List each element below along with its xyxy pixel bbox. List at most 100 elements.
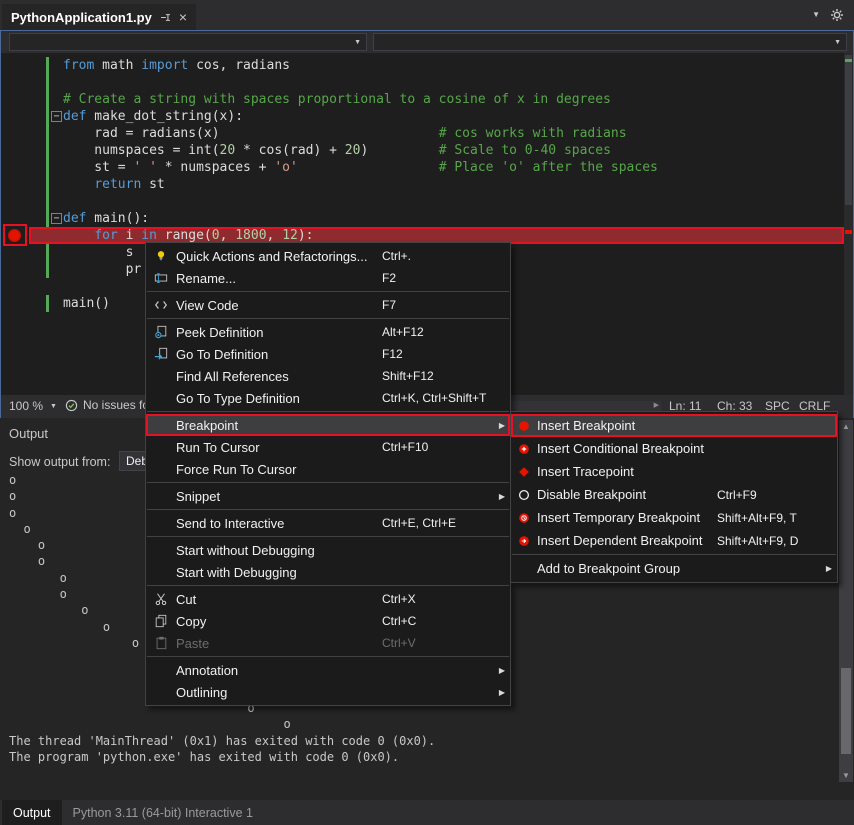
menu-separator bbox=[147, 656, 509, 657]
editor-vertical-scrollbar[interactable] bbox=[844, 53, 853, 395]
fold-collapse-icon[interactable]: − bbox=[51, 111, 62, 122]
menu-item-run-to-cursor[interactable]: Run To CursorCtrl+F10 bbox=[146, 436, 510, 458]
show-output-from-label: Show output from: bbox=[9, 455, 110, 469]
scroll-up-icon[interactable]: ▲ bbox=[839, 422, 853, 431]
view-code-icon bbox=[146, 298, 176, 312]
menu-item-label: Start with Debugging bbox=[176, 565, 382, 580]
submenu-item-insert-tracepoint[interactable]: Insert Tracepoint bbox=[511, 460, 837, 483]
zoom-control[interactable]: 100 % ▼ bbox=[9, 399, 57, 413]
code-line[interactable]: def main(): bbox=[29, 210, 844, 227]
menu-item-go-to-type-definition[interactable]: Go To Type DefinitionCtrl+K, Ctrl+Shift+… bbox=[146, 387, 510, 409]
pin-icon[interactable] bbox=[159, 11, 172, 24]
code-line[interactable]: def make_dot_string(x): bbox=[29, 108, 844, 125]
submenu-item-insert-breakpoint[interactable]: Insert Breakpoint bbox=[511, 414, 837, 437]
menu-item-label: View Code bbox=[176, 298, 382, 313]
menu-item-annotation[interactable]: Annotation▶ bbox=[146, 659, 510, 681]
menu-item-find-all-references[interactable]: Find All ReferencesShift+F12 bbox=[146, 365, 510, 387]
code-text: return st bbox=[63, 177, 165, 192]
code-line[interactable] bbox=[29, 193, 844, 210]
code-text: def make_dot_string(x): bbox=[63, 109, 243, 124]
rename-icon bbox=[146, 271, 176, 285]
peek-definition-icon bbox=[146, 325, 176, 339]
menu-item-quick-actions-and-refactorings[interactable]: Quick Actions and Refactorings...Ctrl+. bbox=[146, 245, 510, 267]
conditional-breakpoint-icon bbox=[511, 442, 537, 456]
menu-item-cut[interactable]: CutCtrl+X bbox=[146, 588, 510, 610]
scrollbar-breakpoint-mark bbox=[845, 230, 852, 234]
submenu-arrow-icon: ▶ bbox=[494, 421, 510, 430]
menu-item-label: Go To Definition bbox=[176, 347, 382, 362]
tab-list-dropdown-icon[interactable]: ▼ bbox=[812, 10, 820, 19]
menu-item-start-with-debugging[interactable]: Start with Debugging bbox=[146, 561, 510, 583]
disable-breakpoint-icon bbox=[511, 488, 537, 502]
cut-icon bbox=[146, 592, 176, 606]
code-text: main() bbox=[63, 296, 110, 311]
menu-item-label: Disable Breakpoint bbox=[537, 487, 717, 502]
menu-item-shortcut: Shift+Alt+F9, D bbox=[717, 534, 821, 548]
submenu-item-insert-temporary-breakpoint[interactable]: Insert Temporary BreakpointShift+Alt+F9,… bbox=[511, 506, 837, 529]
code-line[interactable]: numspaces = int(20 * cos(rad) + 20) # Sc… bbox=[29, 142, 844, 159]
menu-item-label: Add to Breakpoint Group bbox=[537, 561, 717, 576]
paste-icon bbox=[146, 636, 176, 650]
menu-separator bbox=[147, 585, 509, 586]
menu-item-breakpoint[interactable]: Breakpoint▶ bbox=[146, 414, 510, 436]
output-panel-title: Output bbox=[9, 426, 48, 441]
code-text: from math import cos, radians bbox=[63, 58, 290, 73]
menu-item-go-to-definition[interactable]: Go To DefinitionF12 bbox=[146, 343, 510, 365]
close-icon[interactable]: × bbox=[179, 10, 187, 24]
menu-item-label: Find All References bbox=[176, 369, 382, 384]
menu-item-copy[interactable]: CopyCtrl+C bbox=[146, 610, 510, 632]
menu-item-label: Quick Actions and Refactorings... bbox=[176, 249, 382, 264]
code-text: # Create a string with spaces proportion… bbox=[63, 92, 611, 107]
code-line[interactable] bbox=[29, 74, 844, 91]
submenu-item-add-to-breakpoint-group[interactable]: Add to Breakpoint Group▶ bbox=[511, 557, 837, 580]
menu-item-rename[interactable]: Rename...F2 bbox=[146, 267, 510, 289]
code-line[interactable]: from math import cos, radians bbox=[29, 57, 844, 74]
nav-members-dropdown[interactable]: ▼ bbox=[373, 33, 847, 51]
menu-item-force-run-to-cursor[interactable]: Force Run To Cursor bbox=[146, 458, 510, 480]
menu-separator bbox=[147, 509, 509, 510]
submenu-arrow-icon: ▶ bbox=[494, 688, 510, 697]
document-tab[interactable]: PythonApplication1.py × bbox=[2, 4, 196, 30]
menu-item-send-to-interactive[interactable]: Send to InteractiveCtrl+E, Ctrl+E bbox=[146, 512, 510, 534]
menu-item-peek-definition[interactable]: Peek DefinitionAlt+F12 bbox=[146, 321, 510, 343]
output-vertical-scrollbar[interactable]: ▲ ▼ bbox=[839, 420, 853, 782]
gear-icon[interactable] bbox=[830, 8, 844, 22]
tab-output[interactable]: Output bbox=[2, 800, 62, 825]
menu-item-label: Copy bbox=[176, 614, 382, 629]
submenu-item-disable-breakpoint[interactable]: Disable BreakpointCtrl+F9 bbox=[511, 483, 837, 506]
menu-item-snippet[interactable]: Snippet▶ bbox=[146, 485, 510, 507]
nav-types-dropdown[interactable]: ▼ bbox=[9, 33, 367, 51]
menu-item-view-code[interactable]: View CodeF7 bbox=[146, 294, 510, 316]
fold-collapse-icon[interactable]: − bbox=[51, 213, 62, 224]
code-text: st = ' ' * numspaces + 'o' # Place 'o' a… bbox=[63, 160, 658, 175]
menu-item-label: Peek Definition bbox=[176, 325, 382, 340]
submenu-item-insert-conditional-breakpoint[interactable]: Insert Conditional Breakpoint bbox=[511, 437, 837, 460]
scrollbar-thumb[interactable] bbox=[845, 55, 852, 205]
scroll-down-icon[interactable]: ▼ bbox=[839, 771, 853, 780]
menu-item-outlining[interactable]: Outlining▶ bbox=[146, 681, 510, 703]
tab-python-interactive[interactable]: Python 3.11 (64-bit) Interactive 1 bbox=[62, 800, 264, 825]
scrollbar-change-mark bbox=[845, 59, 852, 62]
menu-item-label: Go To Type Definition bbox=[176, 391, 382, 406]
code-line[interactable]: # Create a string with spaces proportion… bbox=[29, 91, 844, 108]
menu-item-label: Send to Interactive bbox=[176, 516, 382, 531]
scroll-right-icon[interactable]: ▶ bbox=[654, 401, 659, 411]
menu-item-shortcut: F12 bbox=[382, 347, 494, 361]
code-text: def main(): bbox=[63, 211, 149, 226]
code-line[interactable]: rad = radians(x) # cos works with radian… bbox=[29, 125, 844, 142]
scrollbar-thumb[interactable] bbox=[841, 668, 851, 754]
menu-item-label: Insert Temporary Breakpoint bbox=[537, 510, 717, 525]
menu-item-start-without-debugging[interactable]: Start without Debugging bbox=[146, 539, 510, 561]
go-to-definition-icon bbox=[146, 347, 176, 361]
menu-item-shortcut: F7 bbox=[382, 298, 494, 312]
menu-item-label: Insert Dependent Breakpoint bbox=[537, 533, 717, 548]
tool-window-tabstrip: Output Python 3.11 (64-bit) Interactive … bbox=[0, 800, 854, 825]
submenu-item-insert-dependent-breakpoint[interactable]: Insert Dependent BreakpointShift+Alt+F9,… bbox=[511, 529, 837, 552]
menu-item-shortcut: Alt+F12 bbox=[382, 325, 494, 339]
menu-item-label: Insert Tracepoint bbox=[537, 464, 717, 479]
menu-item-paste[interactable]: PasteCtrl+V bbox=[146, 632, 510, 654]
menu-item-shortcut: Shift+F12 bbox=[382, 369, 494, 383]
code-text: numspaces = int(20 * cos(rad) + 20) # Sc… bbox=[63, 143, 611, 158]
code-line[interactable]: return st bbox=[29, 176, 844, 193]
code-line[interactable]: st = ' ' * numspaces + 'o' # Place 'o' a… bbox=[29, 159, 844, 176]
